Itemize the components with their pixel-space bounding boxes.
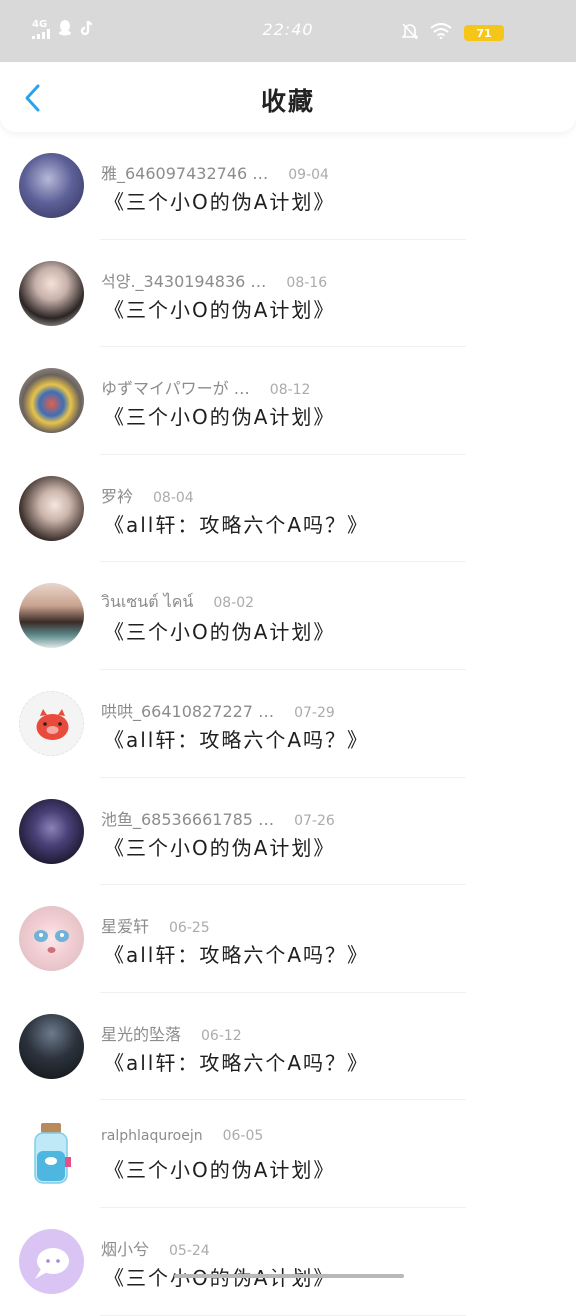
item-meta: 罗衿 08-04 [101,483,194,507]
item-meta: วินเซนต์ ไคน์ 08-02 [101,590,254,615]
date: 08-16 [286,274,328,291]
username: 烟小兮 [101,1239,150,1259]
book-title[interactable]: 《三个小O的伪A计划》 [104,294,335,323]
item-meta: ralphlaquroejn 06-05 [101,1128,263,1144]
list-item[interactable]: 雅_646097432746 … 09-04 《三个小O的伪A计划》 [0,132,576,240]
username: ゆずマイパワーが … [101,379,250,399]
book-title[interactable]: 《三个小O的伪A计划》 [104,1154,335,1183]
book-title[interactable]: 《三个小O的伪A计划》 [104,186,335,215]
item-meta: ゆずマイパワーが … 08-12 [101,375,310,399]
date: 09-04 [288,167,329,183]
bottle-icon [34,1123,71,1185]
item-meta: 星爱轩 06-25 [101,913,210,937]
username: 雅_646097432746 … [101,164,269,183]
list-item[interactable]: 罗衿 08-04 《all轩：攻略六个A吗？》 [0,455,576,563]
item-meta: 星光的坠落 06-12 [101,1021,242,1045]
username: วินเซนต์ ไคน์ [101,592,194,612]
username: 哄哄_66410827227 … [101,701,275,721]
book-title[interactable]: 《all轩：攻略六个A吗？》 [104,724,369,753]
wifi-icon [430,23,452,43]
item-meta: 雅_646097432746 … 09-04 [101,160,329,184]
date: 08-02 [213,595,255,612]
pig-icon [36,708,69,740]
date: 07-26 [294,812,335,829]
item-meta: 석양._3430194836 … 08-16 [101,268,327,292]
list-item[interactable]: 烟小兮 05-24 《三个小O的伪A计划》 [0,1208,576,1316]
date: 05-24 [169,1242,210,1259]
book-title[interactable]: 《三个小O的伪A计划》 [104,401,335,430]
list-item[interactable]: 星爱轩 06-25 《all轩：攻略六个A吗？》 [0,885,576,993]
avatar[interactable] [19,1013,84,1079]
avatar[interactable] [19,906,84,972]
list-item[interactable]: ゆずマイパワーが … 08-12 《三个小O的伪A计划》 [0,347,576,455]
list-item[interactable]: 哄哄_66410827227 … 07-29 《all轩：攻略六个A吗？》 [0,670,576,778]
item-meta: 烟小兮 05-24 [101,1236,210,1260]
home-indicator[interactable] [174,1274,404,1278]
avatar[interactable] [19,690,84,756]
username: 罗衿 [101,486,134,506]
book-title[interactable]: 《all轩：攻略六个A吗？》 [104,1047,369,1076]
list-item[interactable]: 星光的坠落 06-12 《all轩：攻略六个A吗？》 [0,993,576,1101]
item-meta: 哄哄_66410827227 … 07-29 [101,698,335,722]
avatar[interactable] [19,260,84,326]
favorites-list: 雅_646097432746 … 09-04 《三个小O的伪A计划》 석양._3… [0,132,576,1316]
date: 08-12 [269,382,311,399]
list-item[interactable]: วินเซนต์ ไคน์ 08-02 《三个小O的伪A计划》 [0,562,576,670]
status-right: 71 [401,22,504,44]
mute-icon [401,22,419,44]
avatar[interactable] [19,798,84,864]
list-item[interactable]: 池鱼_68536661785 … 07-26 《三个小O的伪A计划》 [0,778,576,886]
avatar[interactable] [19,1121,84,1187]
battery-level: 71 [476,26,492,40]
date: 06-25 [169,920,210,937]
status-bar: 4G 22:40 71 [0,0,576,62]
book-title[interactable]: 《all轩：攻略六个A吗？》 [104,939,369,968]
username: 星光的坠落 [101,1024,182,1044]
date: 08-04 [153,489,194,506]
username: 池鱼_68536661785 … [101,809,275,829]
anime-face-icon [34,930,69,954]
avatar[interactable] [19,1228,84,1294]
username: ralphlaquroejn [101,1128,203,1145]
book-title[interactable]: 《all轩：攻略六个A吗？》 [104,509,369,538]
chat-bubble-icon [35,1247,69,1279]
book-title[interactable]: 《三个小O的伪A计划》 [104,832,335,861]
date: 06-05 [222,1128,264,1145]
list-item[interactable]: 석양._3430194836 … 08-16 《三个小O的伪A计划》 [0,240,576,348]
username: 星爱轩 [101,917,150,937]
avatar[interactable] [19,475,84,541]
book-title[interactable]: 《三个小O的伪A计划》 [104,616,335,645]
item-meta: 池鱼_68536661785 … 07-26 [101,806,335,830]
avatar[interactable] [19,583,84,649]
date: 07-29 [294,704,335,721]
list-item[interactable]: ralphlaquroejn 06-05 《三个小O的伪A计划》 [0,1100,576,1208]
nav-header: 收藏 [0,62,576,132]
date: 06-12 [201,1027,242,1044]
avatar[interactable] [19,153,84,218]
page-title: 收藏 [260,87,315,116]
username: 석양._3430194836 … [101,271,267,291]
avatar[interactable] [19,368,84,434]
battery-icon: 71 [464,25,504,41]
